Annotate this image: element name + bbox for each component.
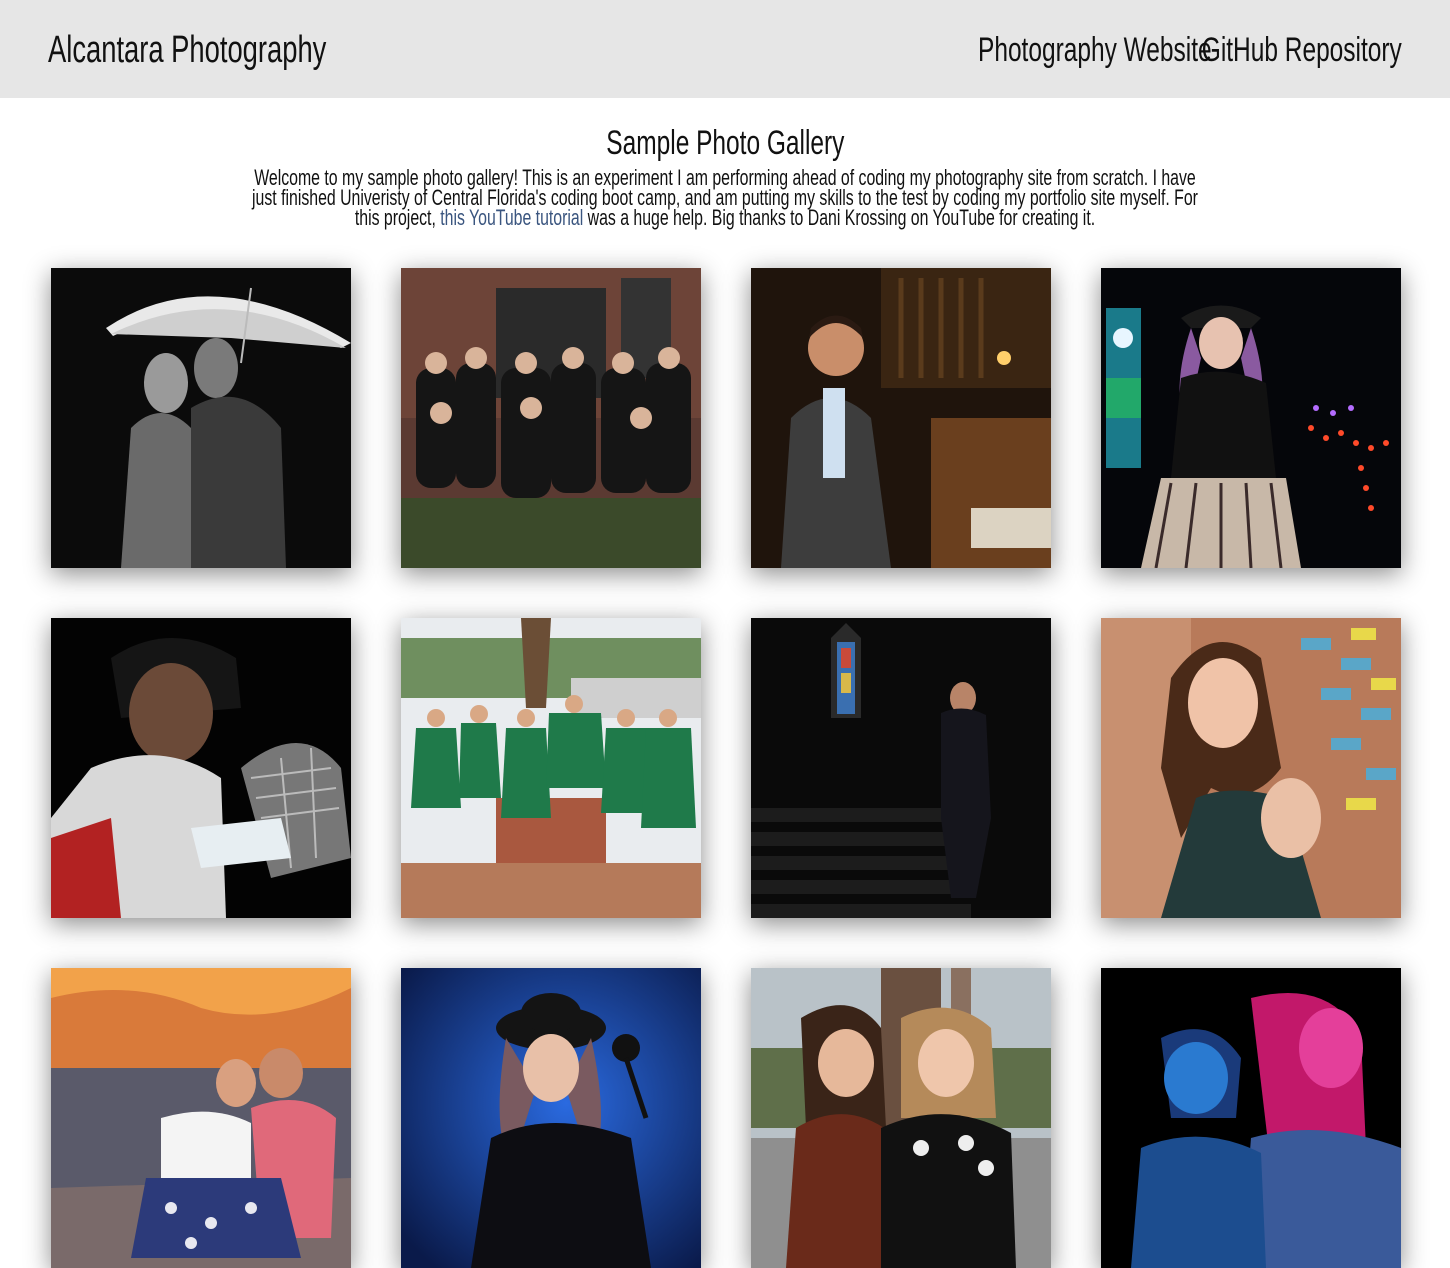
gallery-photo-8[interactable] xyxy=(1101,618,1401,918)
gallery-photo-2[interactable] xyxy=(401,268,701,568)
gallery-photo-12[interactable] xyxy=(1101,968,1401,1268)
intro-text-after: was a huge help. Big thanks to Dani Kros… xyxy=(583,205,1096,230)
gallery-photo-7[interactable] xyxy=(751,618,1051,918)
intro-paragraph: Welcome to my sample photo gallery! This… xyxy=(250,167,1200,230)
photo-boy-girl-neon xyxy=(1101,968,1401,1268)
brand-logo-text[interactable]: Alcantara Photography xyxy=(48,28,326,72)
site-header: Alcantara Photography Photography Websit… xyxy=(0,0,1450,98)
gallery-photo-6[interactable] xyxy=(401,618,701,918)
photo-couple-umbrella xyxy=(51,268,351,568)
photo-man-staircase xyxy=(751,618,1051,918)
nav-link-github-repository[interactable]: GitHub Repository xyxy=(1202,30,1402,70)
photo-woman-blue-backdrop xyxy=(401,968,701,1268)
gallery-photo-11[interactable] xyxy=(751,968,1051,1268)
intro-container: Welcome to my sample photo gallery! This… xyxy=(250,167,1200,230)
gallery-photo-10[interactable] xyxy=(401,968,701,1268)
photo-group-women xyxy=(401,268,701,568)
nav-link-photography-website[interactable]: Photography Website xyxy=(978,30,1212,70)
photo-hockey-goalie xyxy=(51,618,351,918)
gallery-photo-4[interactable] xyxy=(1101,268,1401,568)
gallery-photo-5[interactable] xyxy=(51,618,351,918)
gallery-title-container: Sample Photo Gallery xyxy=(0,123,1450,163)
photo-woman-night-lights xyxy=(1101,268,1401,568)
gallery-photo-9[interactable] xyxy=(51,968,351,1268)
photo-couple-beach-sunset xyxy=(51,968,351,1268)
photo-man-organ xyxy=(751,268,1051,568)
page-title: Sample Photo Gallery xyxy=(605,124,845,162)
gallery-photo-3[interactable] xyxy=(751,268,1051,568)
youtube-tutorial-link[interactable]: this YouTube tutorial xyxy=(440,205,583,230)
gallery-photo-1[interactable] xyxy=(51,268,351,568)
photo-graduates-statue xyxy=(401,618,701,918)
photo-woman-brick-wall xyxy=(1101,618,1401,918)
photo-two-women-outdoors xyxy=(751,968,1051,1268)
